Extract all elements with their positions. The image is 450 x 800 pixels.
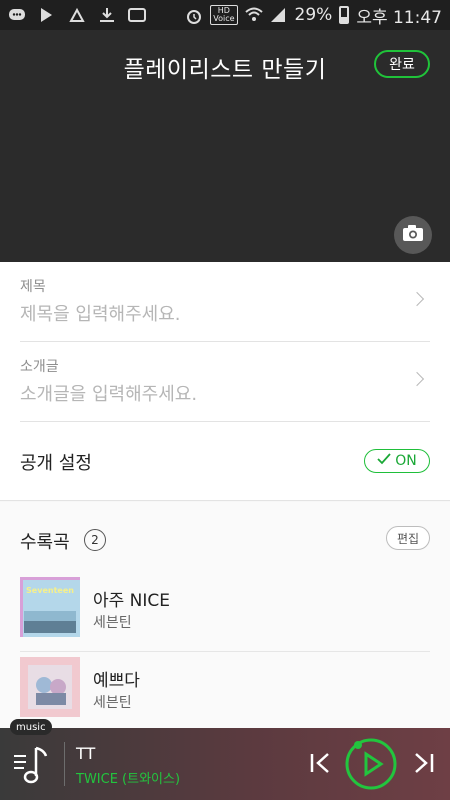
track-list-header: 수록곡 2 편집 xyxy=(20,502,430,572)
done-button[interactable]: 완료 xyxy=(374,50,430,78)
player-divider xyxy=(64,742,65,786)
track-list-title: 수록곡 xyxy=(20,532,70,553)
edit-button[interactable]: 편집 xyxy=(386,526,430,550)
battery-icon xyxy=(339,6,350,24)
next-button[interactable] xyxy=(410,748,436,778)
svg-text:Seventeen: Seventeen xyxy=(26,586,74,595)
mini-player: music TT TWICE (트와이스) xyxy=(0,719,450,800)
previous-button[interactable] xyxy=(308,748,334,778)
album-art: Seventeen xyxy=(20,577,80,637)
check-icon xyxy=(377,453,391,469)
title-label: 제목 xyxy=(20,279,46,295)
title-input[interactable]: 제목을 입력해주세요. xyxy=(20,300,180,326)
gallery-icon xyxy=(128,8,146,22)
battery-percent: 29% xyxy=(294,5,333,25)
now-playing-artist: TWICE (트와이스) xyxy=(76,772,181,787)
play-button[interactable] xyxy=(344,737,398,791)
play-icon xyxy=(344,738,398,795)
hd-voice-icon: HD Voice xyxy=(210,5,238,25)
track-count-badge: 2 xyxy=(84,529,106,551)
status-bar: HD Voice 29% 오후 11:47 xyxy=(0,0,450,30)
chevron-right-icon xyxy=(409,371,425,387)
chevron-right-icon xyxy=(409,291,425,307)
download-icon xyxy=(98,7,116,23)
download-app-icon xyxy=(68,7,86,23)
skip-next-icon xyxy=(410,753,436,782)
music-note-icon xyxy=(12,746,54,790)
playlist-form: 제목 제목을 입력해주세요. 소개글 소개글을 입력해주세요. 공개 설정 ON xyxy=(0,262,450,501)
clock: 오후 11:47 xyxy=(356,7,442,28)
now-playing-title: TT xyxy=(76,744,96,763)
public-toggle-label: ON xyxy=(395,453,417,469)
cover-area: 플레이리스트 만들기 완료 xyxy=(0,30,450,262)
title-field[interactable]: 제목 제목을 입력해주세요. xyxy=(20,262,430,342)
camera-icon xyxy=(402,224,424,246)
section-divider xyxy=(0,500,450,501)
track-title: 아주 NICE xyxy=(93,591,171,611)
skip-previous-icon xyxy=(308,753,334,782)
track-artist: 세븐틴 xyxy=(93,695,132,711)
track-row[interactable]: Seventeen 아주 NICE 세븐틴 xyxy=(20,572,430,652)
play-store-icon xyxy=(38,7,56,23)
intro-input[interactable]: 소개글을 입력해주세요. xyxy=(20,380,197,406)
track-list: 수록곡 2 편집 Seventeen 아주 NICE 세븐틴 예쁘다 세븐틴 xyxy=(0,502,450,728)
intro-field[interactable]: 소개글 소개글을 입력해주세요. xyxy=(20,342,430,422)
track-row[interactable]: 예쁘다 세븐틴 xyxy=(20,652,430,728)
chat-icon xyxy=(8,7,26,23)
album-art xyxy=(20,657,80,717)
public-toggle[interactable]: ON xyxy=(364,449,430,473)
track-title: 예쁘다 xyxy=(93,671,140,691)
wifi-icon xyxy=(244,7,263,23)
track-artist: 세븐틴 xyxy=(93,615,132,631)
alarm-icon xyxy=(185,7,203,24)
music-tab[interactable]: music xyxy=(10,719,52,735)
public-setting-row: 공개 설정 ON xyxy=(20,422,430,500)
signal-icon xyxy=(270,7,288,23)
intro-label: 소개글 xyxy=(20,359,59,375)
camera-button[interactable] xyxy=(394,216,432,254)
playlist-button[interactable] xyxy=(12,742,54,786)
public-setting-label: 공개 설정 xyxy=(20,453,92,474)
